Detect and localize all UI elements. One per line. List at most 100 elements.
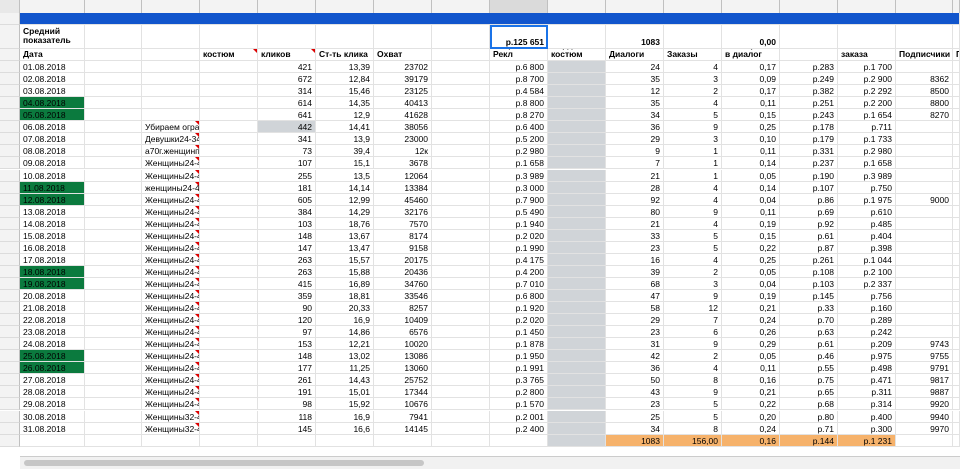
- cell-e25[interactable]: 672: [258, 73, 316, 86]
- cell-j51[interactable]: [548, 386, 606, 399]
- cell-o33[interactable]: р.3 989: [838, 169, 896, 182]
- cell-d53[interactable]: [200, 410, 258, 423]
- cell-b47[interactable]: [85, 338, 142, 351]
- cell-a39[interactable]: 16.08.2018: [20, 241, 85, 254]
- cell-d46[interactable]: [200, 326, 258, 339]
- row-number[interactable]: [0, 434, 20, 447]
- cell-k49[interactable]: 36: [606, 362, 664, 375]
- cell-l27[interactable]: 4: [664, 97, 722, 110]
- comment-marker[interactable]: [195, 193, 199, 198]
- cell-e50[interactable]: 261: [258, 374, 316, 387]
- cell-o44[interactable]: р.160: [838, 302, 896, 315]
- row-number[interactable]: [0, 253, 20, 266]
- cell-o32[interactable]: р.1 658: [838, 157, 896, 170]
- cell-k43[interactable]: 47: [606, 290, 664, 303]
- cell-a46[interactable]: 23.08.2018: [20, 326, 85, 339]
- cell-e27[interactable]: 614: [258, 97, 316, 110]
- cell-g32[interactable]: 3678: [374, 157, 432, 170]
- cell-d34[interactable]: [200, 181, 258, 194]
- cell-q31[interactable]: [953, 145, 960, 158]
- cell-q36[interactable]: [953, 205, 960, 218]
- cell-f49[interactable]: 11,25: [316, 362, 374, 375]
- cell-f29[interactable]: 14,41: [316, 121, 374, 134]
- cell-m35[interactable]: 0,04: [722, 193, 780, 206]
- cell-h25[interactable]: [432, 73, 490, 86]
- cell-l31[interactable]: 1: [664, 145, 722, 158]
- cell-n34[interactable]: р.107: [780, 181, 838, 194]
- cell-h45[interactable]: [432, 314, 490, 327]
- cell-o39[interactable]: р.398: [838, 241, 896, 254]
- cell-g39[interactable]: 9158: [374, 241, 432, 254]
- cell-g47[interactable]: 10020: [374, 338, 432, 351]
- cell-n54[interactable]: р.71: [780, 422, 838, 435]
- cell-p51[interactable]: 9887: [896, 386, 953, 399]
- column-header-b[interactable]: [85, 0, 142, 13]
- cell-b54[interactable]: [85, 422, 142, 435]
- cell-e55[interactable]: [258, 434, 316, 447]
- column-header-c[interactable]: [142, 0, 200, 13]
- cell-m52[interactable]: 0,22: [722, 398, 780, 411]
- cell-o42[interactable]: р.2 337: [838, 277, 896, 290]
- cell-i46[interactable]: р.1 450: [490, 326, 548, 339]
- cell-c31[interactable]: а70г.женщинпутешественницы: [142, 145, 200, 158]
- cell-c41[interactable]: Женщины24-40: [142, 265, 200, 278]
- cell-m31[interactable]: 0,11: [722, 145, 780, 158]
- cell-h27[interactable]: [432, 97, 490, 110]
- cell-n38[interactable]: р.61: [780, 229, 838, 242]
- cell-j46[interactable]: [548, 326, 606, 339]
- cell-a25[interactable]: 02.08.2018: [20, 73, 85, 86]
- cell-o52[interactable]: р.314: [838, 398, 896, 411]
- cell-k44[interactable]: 58: [606, 302, 664, 315]
- cell-b29[interactable]: [85, 121, 142, 134]
- cell-b52[interactable]: [85, 398, 142, 411]
- comment-marker[interactable]: [195, 302, 199, 307]
- cell-o25[interactable]: р.2 900: [838, 73, 896, 86]
- row-number[interactable]: [0, 362, 20, 375]
- cell-l37[interactable]: 4: [664, 217, 722, 230]
- cell-f50[interactable]: 14,43: [316, 374, 374, 387]
- cell-kСт-ть заявки[interactable]: Диалоги: [606, 49, 664, 62]
- cell-i39[interactable]: р.1 990: [490, 241, 548, 254]
- cell-j39[interactable]: [548, 241, 606, 254]
- cell-b31[interactable]: [85, 145, 142, 158]
- cell-e39[interactable]: 147: [258, 241, 316, 254]
- cell-b27[interactable]: [85, 97, 142, 110]
- cell-f55[interactable]: [316, 434, 374, 447]
- cell-e44[interactable]: 90: [258, 302, 316, 315]
- column-header-o[interactable]: [838, 0, 896, 13]
- row-number[interactable]: [0, 374, 20, 387]
- cell-d31[interactable]: [200, 145, 258, 158]
- row-number[interactable]: [0, 314, 20, 327]
- cell-q54[interactable]: [953, 422, 960, 435]
- cell-d41[interactable]: [200, 265, 258, 278]
- cell-lСт-ть заявки[interactable]: Заказы: [664, 49, 722, 62]
- cell-q51[interactable]: [953, 386, 960, 399]
- cell-a54[interactable]: 31.08.2018: [20, 422, 85, 435]
- cell-l42[interactable]: 3: [664, 277, 722, 290]
- cell-m48[interactable]: 0,05: [722, 350, 780, 363]
- cell-k42[interactable]: 68: [606, 277, 664, 290]
- cell-a50[interactable]: 27.08.2018: [20, 374, 85, 387]
- cell-i27[interactable]: р.8 800: [490, 97, 548, 110]
- cell-n36[interactable]: р.69: [780, 205, 838, 218]
- cell-q27[interactable]: [953, 97, 960, 110]
- comment-marker[interactable]: [311, 49, 315, 53]
- cell-o28[interactable]: р.1 654: [838, 109, 896, 122]
- cell-p44[interactable]: [896, 302, 953, 315]
- cell-j36[interactable]: [548, 205, 606, 218]
- cell-c46[interactable]: Женщины24-40: [142, 326, 200, 339]
- cell-g55[interactable]: [374, 434, 432, 447]
- cell-i48[interactable]: р.1 950: [490, 350, 548, 363]
- cell-g22[interactable]: [374, 25, 432, 49]
- row-number[interactable]: [0, 25, 20, 49]
- cell-p38[interactable]: [896, 229, 953, 242]
- cell-j33[interactable]: [548, 169, 606, 182]
- cell-o54[interactable]: р.300: [838, 422, 896, 435]
- cell-d38[interactable]: [200, 229, 258, 242]
- cell-q39[interactable]: [953, 241, 960, 254]
- cell-g53[interactable]: 7941: [374, 410, 432, 423]
- cell-eСт-ть заявки[interactable]: Кол-во кликов: [258, 49, 316, 62]
- cell-d55[interactable]: [200, 434, 258, 447]
- cell-o26[interactable]: р.2 292: [838, 85, 896, 98]
- cell-k27[interactable]: 35: [606, 97, 664, 110]
